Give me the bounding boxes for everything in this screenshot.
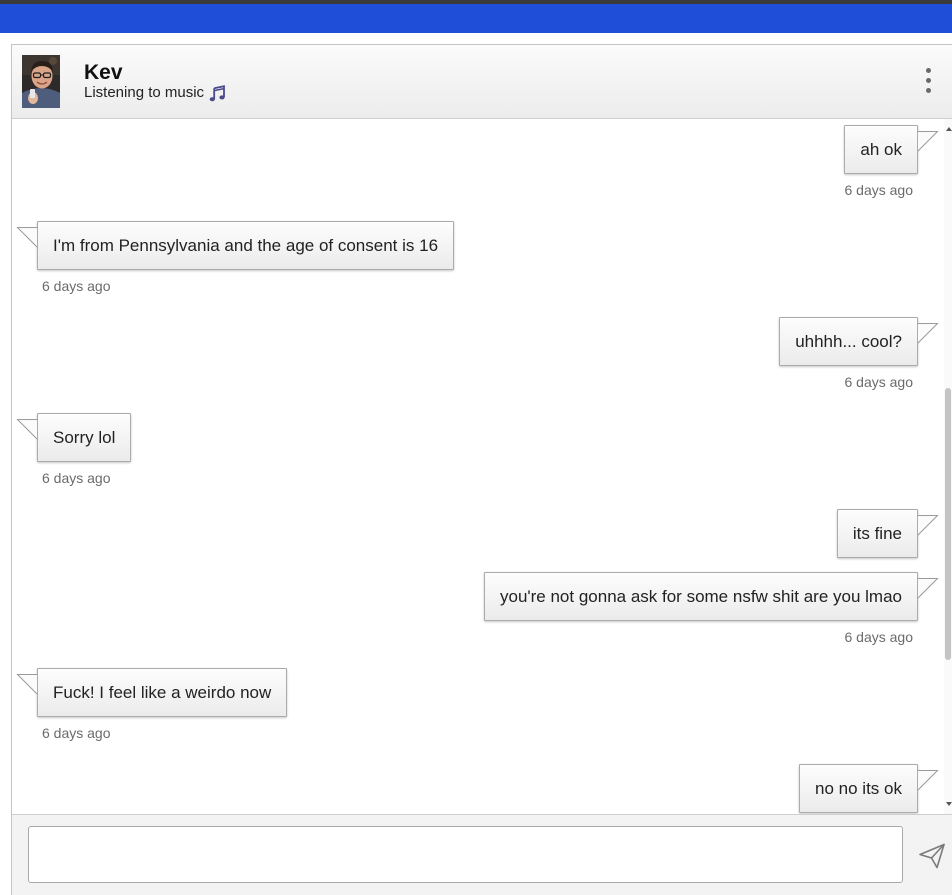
contact-name: Kev (84, 61, 123, 84)
message-list[interactable]: ah ok 6 days ago I'm from Pennsylvania and… (12, 119, 952, 814)
more-options-icon-dot (925, 68, 931, 73)
scroll-down-arrow-icon[interactable] (946, 802, 952, 806)
message-row: ah ok (12, 125, 952, 174)
contact-status: Listening to music (84, 84, 205, 101)
message-text: ah ok (860, 140, 902, 159)
contact-status-line: Listening to music (84, 84, 226, 102)
message-bubble: you're not gonna ask for some nsfw shit … (483, 572, 939, 621)
message-timestamp: 6 days ago (42, 278, 111, 294)
message-sent: ah ok 6 days ago (12, 125, 952, 199)
top-bar (0, 4, 952, 33)
music-note-icon (209, 84, 225, 101)
message-composer (12, 814, 952, 895)
message-sent: uhhhh... cool? 6 days ago (12, 317, 952, 391)
chat-header: Kev Listening to music (12, 45, 952, 119)
message-timestamp: 6 days ago (844, 182, 914, 198)
message-row: its fine (12, 509, 952, 558)
message-sent: you're not gonna ask for some nsfw shit … (12, 572, 952, 646)
message-received: I'm from Pennsylvania and the age of con… (12, 221, 952, 295)
scroll-up-arrow-icon[interactable] (946, 127, 952, 131)
message-bubble: Sorry lol (16, 413, 132, 462)
more-options-button[interactable] (920, 63, 936, 97)
send-button[interactable] (917, 842, 947, 870)
message-row: no no its ok (12, 764, 952, 813)
message-received: Sorry lol 6 days ago (12, 413, 952, 487)
bubble-tail (917, 515, 939, 536)
message-text: its fine (852, 524, 902, 543)
message-bubble: no no its ok (799, 764, 939, 813)
scrollbar[interactable] (944, 119, 952, 814)
message-list-content: ah ok 6 days ago I'm from Pennsylvania and… (12, 119, 952, 813)
message-text: you're not gonna ask for some nsfw shit … (499, 587, 902, 606)
chat-window: Kev Listening to music ah ok 6 days ago I'… (11, 44, 952, 895)
bubble-tail (917, 131, 939, 152)
message-row: you're not gonna ask for some nsfw shit … (12, 572, 952, 621)
message-text: Sorry lol (53, 428, 116, 447)
bubble-tail (16, 227, 38, 248)
bubble-tail (16, 674, 38, 695)
message-bubble: ah ok (844, 125, 939, 174)
more-options-icon-dot (925, 78, 931, 83)
message-received: Fuck! I feel like a weirdo now 6 days ago (12, 668, 952, 742)
message-timestamp: 6 days ago (844, 374, 914, 390)
message-bubble: I'm from Pennsylvania and the age of con… (16, 221, 455, 270)
bubble-tail (917, 770, 939, 791)
bubble-tail (917, 578, 939, 599)
message-bubble: uhhhh... cool? (779, 317, 939, 366)
message-input[interactable] (28, 826, 903, 883)
message-text: uhhhh... cool? (795, 332, 902, 351)
contact-avatar[interactable] (22, 55, 60, 108)
message-timestamp: 6 days ago (42, 470, 111, 486)
message-text: Fuck! I feel like a weirdo now (53, 683, 272, 702)
message-bubble: its fine (836, 509, 939, 558)
message-text: I'm from Pennsylvania and the age of con… (53, 236, 439, 255)
message-row: Sorry lol (12, 413, 952, 462)
message-timestamp: 6 days ago (42, 725, 111, 741)
page: Kev Listening to music ah ok 6 days ago I'… (0, 0, 952, 895)
message-row: Fuck! I feel like a weirdo now (12, 668, 952, 717)
message-text: no no its ok (815, 779, 902, 798)
more-options-icon-dot (925, 88, 931, 93)
message-row: I'm from Pennsylvania and the age of con… (12, 221, 952, 270)
message-timestamp: 6 days ago (844, 629, 914, 645)
scrollbar-thumb[interactable] (945, 388, 951, 660)
message-row: uhhhh... cool? (12, 317, 952, 366)
message-sent: no no its ok (12, 764, 952, 813)
bubble-tail (16, 419, 38, 440)
send-icon (919, 843, 945, 869)
message-sent: its fine (12, 509, 952, 558)
bubble-tail (917, 323, 939, 344)
message-bubble: Fuck! I feel like a weirdo now (16, 668, 288, 717)
